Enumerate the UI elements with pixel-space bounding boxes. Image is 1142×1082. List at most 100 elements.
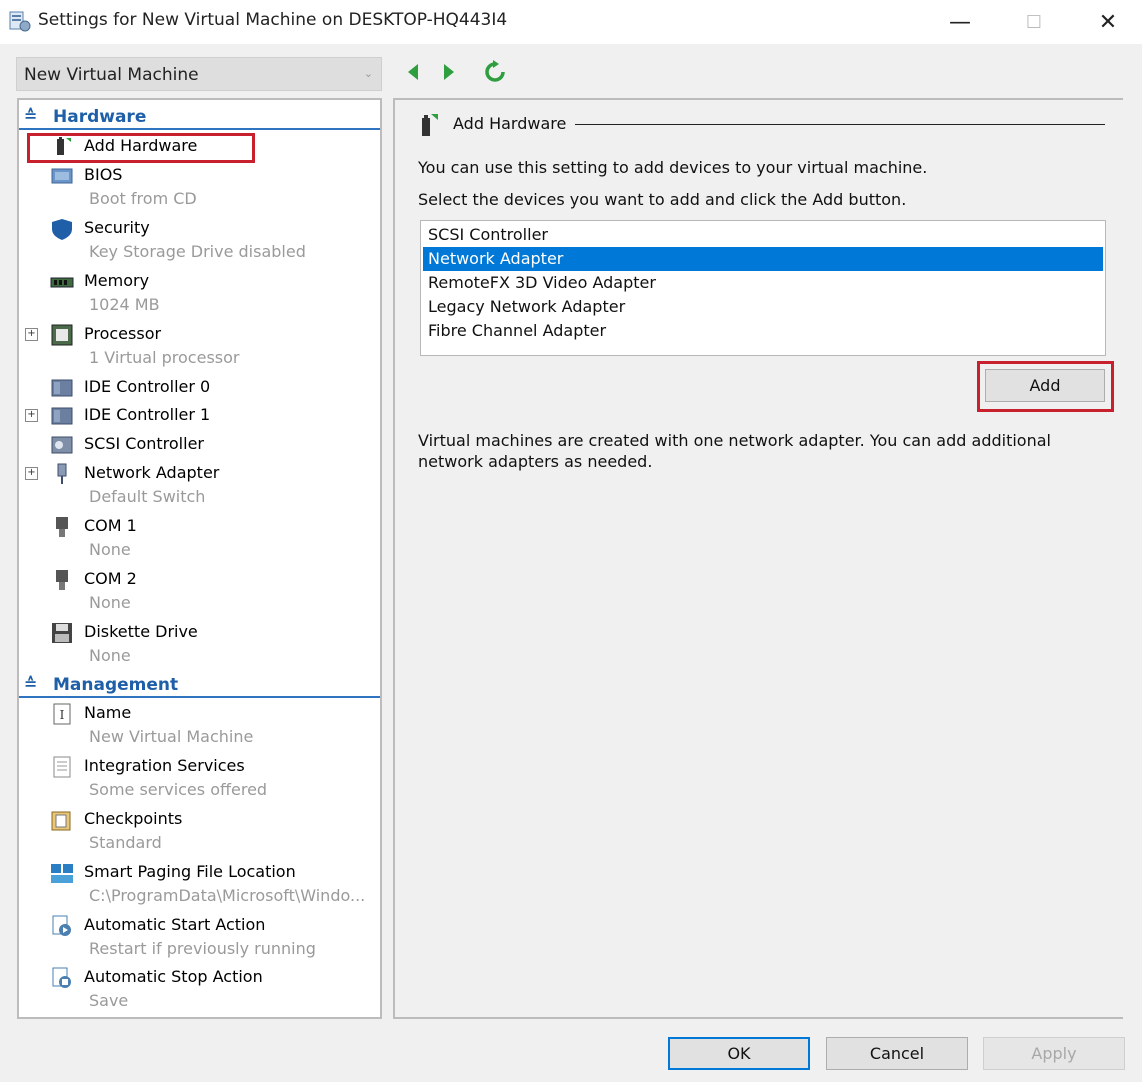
panel-title-divider <box>575 124 1105 125</box>
cancel-button[interactable]: Cancel <box>826 1037 968 1070</box>
tree-item-label: Diskette Drive <box>84 622 198 641</box>
device-option[interactable]: SCSI Controller <box>423 223 1103 247</box>
add-button[interactable]: Add <box>985 369 1105 402</box>
smart-paging-icon <box>51 864 73 883</box>
tree-item-label: COM 1 <box>84 516 137 535</box>
tree-item-diskette-drive[interactable]: Diskette Drive None <box>19 619 380 669</box>
tree-item-network-adapter[interactable]: + Network Adapter Default Switch <box>19 460 380 510</box>
ok-button[interactable]: OK <box>668 1037 810 1070</box>
apply-button[interactable]: Apply <box>983 1037 1125 1070</box>
tree-item-sublabel: Some services offered <box>89 780 268 799</box>
tree-item-label: IDE Controller 0 <box>84 377 211 396</box>
tree-item-checkpoints[interactable]: Checkpoints Standard <box>19 806 380 856</box>
collapse-icon: ≙ <box>24 106 38 125</box>
tree-item-automatic-start-action[interactable]: Automatic Start Action Restart if previo… <box>19 912 380 962</box>
tree-item-security[interactable]: Security Key Storage Drive disabled <box>19 215 380 265</box>
window-title: Settings for New Virtual Machine on DESK… <box>38 10 508 30</box>
tree-item-label: BIOS <box>84 165 123 184</box>
expand-icon[interactable]: + <box>25 409 38 422</box>
vm-selector-value: New Virtual Machine <box>24 65 199 85</box>
tree-item-sublabel: 1024 MB <box>89 295 160 314</box>
section-divider <box>19 128 380 130</box>
tree-item-sublabel: None <box>89 593 131 612</box>
auto-stop-icon <box>52 967 71 988</box>
refresh-icon[interactable] <box>483 60 507 84</box>
device-option[interactable]: RemoteFX 3D Video Adapter <box>423 271 1103 295</box>
tree-item-label: IDE Controller 1 <box>84 405 211 424</box>
tree-item-label: Checkpoints <box>84 809 183 828</box>
com-port-icon <box>56 570 68 590</box>
processor-icon <box>51 324 73 346</box>
tree-item-bios[interactable]: BIOS Boot from CD <box>19 162 380 212</box>
back-arrow-icon[interactable] <box>402 60 426 84</box>
tree-item-com-2[interactable]: COM 2 None <box>19 566 380 616</box>
forward-arrow-icon[interactable] <box>436 60 460 84</box>
tree-item-ide-controller-1[interactable]: + IDE Controller 1 <box>19 402 380 430</box>
expand-icon[interactable]: + <box>25 328 38 341</box>
shield-icon <box>52 219 72 240</box>
ide-controller-icon <box>51 379 73 397</box>
tree-item-automatic-stop-action[interactable]: Automatic Stop Action Save <box>19 964 380 1014</box>
tree-item-scsi-controller[interactable]: SCSI Controller <box>19 431 380 459</box>
panel-instruction: Select the devices you want to add and c… <box>418 190 907 209</box>
add-hardware-panel: Add Hardware You can use this setting to… <box>393 98 1123 1019</box>
tree-item-name[interactable]: I Name New Virtual Machine <box>19 700 380 750</box>
device-option-selected[interactable]: Network Adapter <box>423 247 1103 271</box>
auto-start-icon <box>52 915 71 936</box>
tree-item-label: Name <box>84 703 132 722</box>
settings-tree: ≙ Hardware Add Hardware BIOS Boot from C… <box>17 98 382 1019</box>
tree-item-smart-paging-file-location[interactable]: Smart Paging File Location C:\ProgramDat… <box>19 859 380 909</box>
tree-item-integration-services[interactable]: Integration Services Some services offer… <box>19 753 380 803</box>
device-option[interactable]: Legacy Network Adapter <box>423 295 1103 319</box>
diskette-icon <box>52 623 72 643</box>
device-listbox[interactable]: SCSI Controller Network Adapter RemoteFX… <box>420 220 1106 356</box>
hardware-header-label: Hardware <box>53 107 147 127</box>
tree-item-label: COM 2 <box>84 569 137 588</box>
tree-item-label: Automatic Stop Action <box>84 967 263 986</box>
tree-item-label: Memory <box>84 271 150 290</box>
tree-item-memory[interactable]: Memory 1024 MB <box>19 268 380 318</box>
tree-item-sublabel: C:\ProgramData\Microsoft\Windo... <box>89 886 366 905</box>
ide-controller-icon <box>51 407 73 425</box>
tree-item-ide-controller-0[interactable]: IDE Controller 0 <box>19 374 380 402</box>
tree-item-sublabel: 1 Virtual processor <box>89 348 240 367</box>
tree-item-label: SCSI Controller <box>84 434 204 453</box>
memory-icon <box>50 277 74 288</box>
hardware-section-header[interactable]: ≙ Hardware <box>19 102 380 130</box>
bios-icon <box>51 168 73 184</box>
title-bar: Settings for New Virtual Machine on DESK… <box>0 0 1142 44</box>
minimize-button[interactable]: — <box>930 0 990 44</box>
tree-item-com-1[interactable]: COM 1 None <box>19 513 380 563</box>
panel-description: You can use this setting to add devices … <box>418 158 928 177</box>
tree-item-sublabel: Save <box>89 991 129 1010</box>
tree-item-sublabel: Boot from CD <box>89 189 197 208</box>
tree-item-label: Security <box>84 218 150 237</box>
name-icon: I <box>53 703 71 725</box>
tree-item-label: Automatic Start Action <box>84 915 266 934</box>
com-port-icon <box>56 517 68 537</box>
tree-item-sublabel: Standard <box>89 833 162 852</box>
chevron-down-icon: ⌄ <box>363 67 373 80</box>
tree-item-sublabel: Restart if previously running <box>89 939 316 958</box>
tree-item-sublabel: None <box>89 646 131 665</box>
panel-title: Add Hardware <box>453 114 567 133</box>
collapse-icon: ≙ <box>24 674 38 693</box>
maximize-button[interactable]: ☐ <box>1004 0 1064 44</box>
tree-item-sublabel: Default Switch <box>89 487 206 506</box>
expand-icon[interactable]: + <box>25 467 38 480</box>
svg-text:I: I <box>60 708 65 722</box>
tree-item-processor[interactable]: + Processor 1 Virtual processor <box>19 321 380 371</box>
tree-item-label: Integration Services <box>84 756 245 775</box>
tree-item-label: Processor <box>84 324 162 343</box>
device-option[interactable]: Fibre Channel Adapter <box>423 319 1103 343</box>
management-header-label: Management <box>53 675 179 695</box>
scsi-controller-icon <box>51 436 73 454</box>
tree-item-label: Network Adapter <box>84 463 220 482</box>
vm-selector-dropdown[interactable]: New Virtual Machine ⌄ <box>16 57 382 91</box>
panel-note: Virtual machines are created with one ne… <box>418 431 1051 471</box>
add-hardware-icon <box>422 114 438 136</box>
management-section-header[interactable]: ≙ Management <box>19 670 380 698</box>
checkpoints-icon <box>51 811 71 831</box>
close-button[interactable]: ✕ <box>1078 0 1138 44</box>
network-adapter-icon <box>57 463 67 484</box>
